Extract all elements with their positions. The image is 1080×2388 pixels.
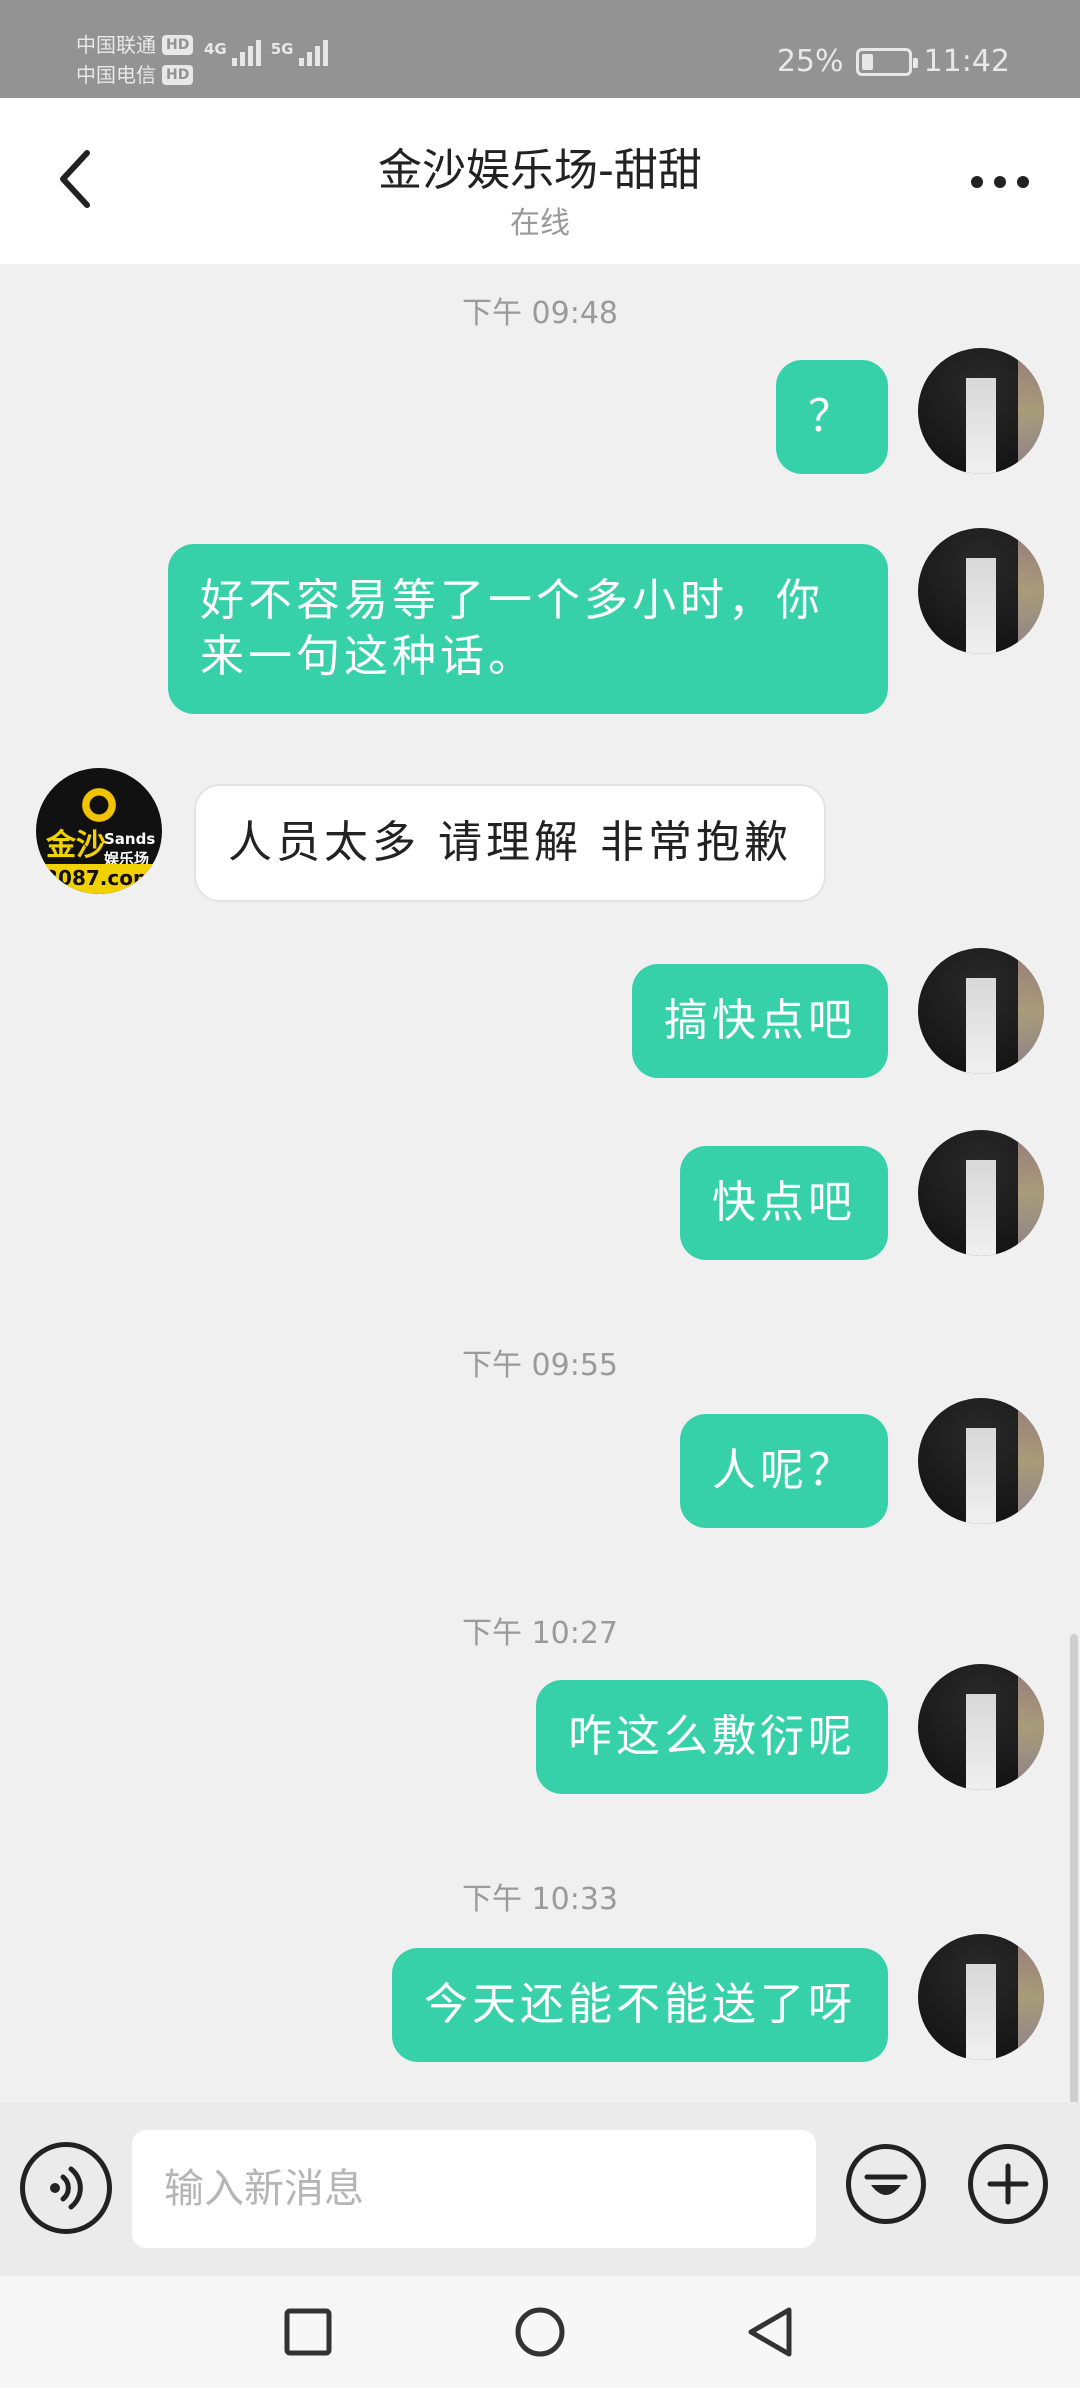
outgoing-message[interactable]: 人呢？ bbox=[680, 1414, 888, 1528]
outgoing-message[interactable]: 快点吧 bbox=[680, 1146, 888, 1260]
outgoing-message[interactable]: ？ bbox=[776, 360, 888, 474]
my-avatar[interactable] bbox=[918, 348, 1044, 474]
timestamp: 下午 09:48 bbox=[462, 296, 618, 331]
signal-4g-icon: 4G bbox=[204, 40, 261, 66]
my-avatar[interactable] bbox=[918, 948, 1044, 1074]
network-4g-label: 4G bbox=[204, 40, 227, 58]
message-input-bar bbox=[0, 2102, 1080, 2276]
outgoing-message[interactable]: 咋这么敷衍呢 bbox=[536, 1680, 888, 1794]
hd-badge: HD bbox=[162, 35, 194, 55]
hd-badge: HD bbox=[162, 65, 194, 85]
contact-avatar[interactable]: 金沙 Sands娱乐场 3087.com bbox=[36, 768, 162, 894]
plus-button[interactable] bbox=[968, 2144, 1048, 2224]
battery-percent: 25% bbox=[776, 44, 844, 79]
emoji-button[interactable] bbox=[846, 2144, 926, 2224]
logo-url: 3087.com bbox=[36, 864, 162, 894]
circle-icon bbox=[515, 2307, 565, 2357]
status-right: 25% 11:42 bbox=[777, 44, 1010, 79]
battery-icon bbox=[855, 47, 918, 76]
signal-5g-icon: 5G bbox=[271, 40, 328, 66]
my-avatar[interactable] bbox=[918, 1934, 1044, 2060]
more-horizontal-icon bbox=[971, 176, 1029, 188]
my-avatar[interactable] bbox=[918, 1398, 1044, 1524]
plus-icon bbox=[987, 2163, 1029, 2205]
emoji-icon bbox=[864, 2174, 908, 2195]
my-avatar[interactable] bbox=[918, 1130, 1044, 1256]
logo-text: 金沙 bbox=[46, 828, 106, 863]
outgoing-message[interactable]: 今天还能不能送了呀 bbox=[392, 1948, 888, 2062]
my-avatar[interactable] bbox=[918, 1664, 1044, 1790]
battery-level bbox=[861, 53, 873, 70]
status-bar: 中国联通 HD 中国电信 HD 4G 5G 25% 11:42 bbox=[0, 0, 1080, 98]
contact-status: 在线 bbox=[510, 206, 570, 241]
voice-button[interactable] bbox=[20, 2142, 112, 2234]
signal-indicators: 4G 5G bbox=[204, 40, 328, 66]
network-5g-label: 5G bbox=[270, 40, 294, 58]
nav-back-button[interactable] bbox=[738, 2300, 802, 2364]
message-list[interactable]: 下午 09:48 ？ 好不容易等了一个多小时，你来一句这种话。 金沙 Sands… bbox=[0, 264, 1080, 2364]
voice-icon bbox=[50, 2166, 83, 2210]
clock: 11:42 bbox=[923, 44, 1010, 79]
message-input[interactable] bbox=[132, 2130, 816, 2248]
timestamp: 下午 09:55 bbox=[462, 1348, 618, 1383]
more-button[interactable] bbox=[960, 152, 1040, 212]
outgoing-message[interactable]: 好不容易等了一个多小时，你来一句这种话。 bbox=[168, 544, 888, 714]
incoming-message[interactable]: 人员太多 请理解 非常抱歉 bbox=[194, 784, 826, 902]
carrier-info: 中国联通 HD 中国电信 HD bbox=[76, 30, 194, 90]
outgoing-message[interactable]: 搞快点吧 bbox=[632, 964, 888, 1078]
carrier-2-label: 中国电信 bbox=[76, 63, 156, 87]
recents-button[interactable] bbox=[276, 2300, 340, 2364]
timestamp: 下午 10:27 bbox=[462, 1616, 618, 1651]
square-icon bbox=[284, 2308, 332, 2356]
contact-name: 金沙娱乐场-甜甜 bbox=[378, 145, 702, 196]
carrier-1-label: 中国联通 bbox=[76, 33, 156, 57]
home-button[interactable] bbox=[508, 2300, 572, 2364]
triangle-back-icon bbox=[748, 2307, 792, 2357]
my-avatar[interactable] bbox=[918, 528, 1044, 654]
chat-header: 金沙娱乐场-甜甜 在线 bbox=[0, 98, 1080, 264]
system-nav-bar bbox=[0, 2276, 1080, 2388]
timestamp: 下午 10:33 bbox=[462, 1882, 618, 1917]
